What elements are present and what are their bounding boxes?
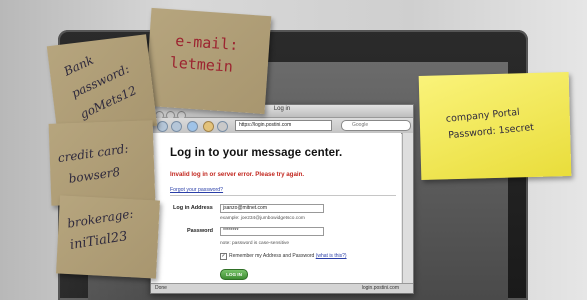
remember-label: Remember my Address and Password xyxy=(229,253,315,259)
status-bar: Done login.postini.com xyxy=(151,283,413,293)
portal-note-line1: company Portal xyxy=(445,106,521,125)
email-note-line1: e-mail: xyxy=(174,31,240,55)
password-label: Password xyxy=(187,228,213,234)
address-bar[interactable]: https://login.postini.com xyxy=(235,120,332,131)
sticky-note-credit-card: credit card: bowser8 xyxy=(48,120,156,206)
vertical-scrollbar[interactable] xyxy=(402,133,413,283)
sticky-note-brokerage: brokerage: iniTial23 xyxy=(56,195,160,279)
bank-note-line1: Bank xyxy=(61,52,96,79)
credit-note-line1: credit card: xyxy=(57,141,130,166)
remember-row: Remember my Address and Password (what i… xyxy=(229,253,347,259)
status-text: Done xyxy=(155,285,167,291)
error-message: Invalid log in or server error. Please t… xyxy=(170,171,305,178)
photo-scene: Log in https://login.postini.com Google … xyxy=(0,0,587,300)
sticky-note-company-portal: company Portal Password: 1secret xyxy=(418,72,572,180)
login-address-example: example: joe234@jumbowidgetsco.com xyxy=(220,216,305,221)
divider xyxy=(170,195,396,196)
login-address-input[interactable]: jsanzo@mitnet.com xyxy=(220,204,324,213)
password-note: note: password is case-sensitive xyxy=(220,241,290,246)
password-input[interactable]: ******** xyxy=(220,227,324,236)
forgot-password-link[interactable]: Forgot your password? xyxy=(170,187,223,193)
browser-toolbar: https://login.postini.com Google xyxy=(151,118,413,134)
brokerage-note-line2: iniTial23 xyxy=(68,229,129,253)
search-field[interactable]: Google xyxy=(341,120,411,131)
email-note-line2: letmein xyxy=(169,53,234,76)
sticky-note-email: e-mail: letmein xyxy=(144,7,272,115)
page-content: Log in to your message center. Invalid l… xyxy=(151,133,401,283)
reload-icon[interactable] xyxy=(187,121,198,132)
portal-note-line2: Password: 1secret xyxy=(447,122,535,142)
browser-window: Log in https://login.postini.com Google … xyxy=(150,104,414,294)
page-title: Log in to your message center. xyxy=(170,147,343,159)
login-button[interactable]: LOG IN xyxy=(220,269,248,280)
home-icon[interactable] xyxy=(203,121,214,132)
forward-icon[interactable] xyxy=(171,121,182,132)
what-is-this-link[interactable]: (what is this?) xyxy=(316,253,347,259)
credit-note-line2: bowser8 xyxy=(67,164,121,186)
bookmark-icon[interactable] xyxy=(217,121,228,132)
remember-checkbox[interactable]: ✓ xyxy=(220,253,227,260)
status-url: login.postini.com xyxy=(361,285,399,291)
login-address-label: Log in Address xyxy=(173,205,213,211)
back-icon[interactable] xyxy=(157,121,168,132)
brokerage-note-line1: brokerage: xyxy=(66,206,135,231)
